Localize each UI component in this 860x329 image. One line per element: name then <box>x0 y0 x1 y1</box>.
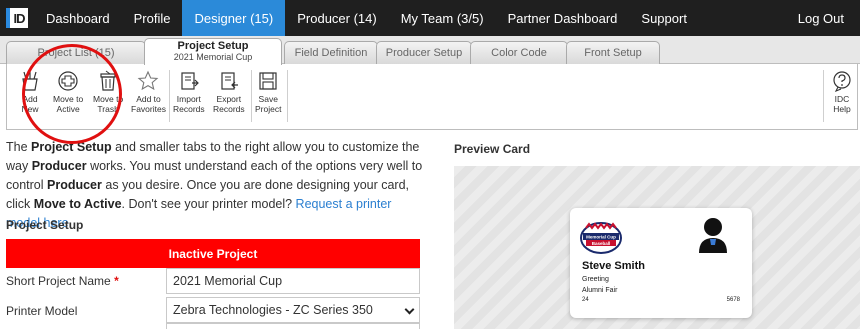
section-title: Project Setup <box>6 218 84 232</box>
intro-text-5: . Don't see your printer model? <box>121 197 296 211</box>
card-right-number: 5678 <box>726 297 740 303</box>
add-to-favorites-label-2: Favorites <box>131 104 166 114</box>
next-field[interactable] <box>166 323 420 329</box>
logout-link[interactable]: Log Out <box>786 0 856 36</box>
intro-text-1: The <box>6 140 32 154</box>
move-to-active-label-2: Active <box>56 104 80 114</box>
add-new-button[interactable]: Add New <box>19 70 41 114</box>
short-name-input[interactable]: 2021 Memorial Cup <box>166 268 420 294</box>
preview-area: Memorial Cup Baseball Steve Smith Greeti… <box>454 166 860 329</box>
intro-bold-producer-1: Producer <box>31 159 87 173</box>
preview-card: Memorial Cup Baseball Steve Smith Greeti… <box>570 208 752 318</box>
card-subtitle: Alumni Fair <box>582 287 618 294</box>
tab-project-list[interactable]: Project List (15) <box>6 41 146 64</box>
logo-mark: ID <box>6 8 28 28</box>
tab-color-code[interactable]: Color Code <box>470 41 568 64</box>
add-to-favorites-label-1: Add to <box>136 94 161 104</box>
toolbar: Add New Move to Active Move to Trash Add… <box>6 64 858 130</box>
intro-bold-move-to-active: Move to Active <box>33 197 122 211</box>
nav-profile[interactable]: Profile <box>122 0 183 36</box>
tab-producer-setup[interactable]: Producer Setup <box>376 41 472 64</box>
toolbar-divider <box>251 70 252 122</box>
help-icon <box>833 71 851 92</box>
toolbar-divider <box>287 70 288 122</box>
tab-field-definition[interactable]: Field Definition <box>284 41 378 64</box>
move-to-trash-label-2: Trash <box>97 104 119 114</box>
export-icon <box>221 72 238 90</box>
tab-project-setup-label: Project Setup <box>177 40 249 52</box>
tab-project-setup[interactable]: Project Setup 2021 Memorial Cup <box>144 38 282 65</box>
tab-project-setup-subtitle: 2021 Memorial Cup <box>173 52 253 62</box>
tab-front-setup[interactable]: Front Setup <box>566 41 660 64</box>
import-records-label-2: Records <box>173 104 205 114</box>
top-nav: ID Dashboard Profile Designer (15) Produ… <box>0 0 860 36</box>
short-name-label: Short Project Name * <box>6 274 119 288</box>
printer-model-select[interactable]: Zebra Technologies - ZC Series 350 <box>166 297 420 323</box>
nav-designer[interactable]: Designer (15) <box>182 0 286 36</box>
move-to-active-button[interactable]: Move to Active <box>53 70 83 114</box>
card-left-number: 24 <box>582 297 589 303</box>
save-project-label-2: Project <box>255 104 282 114</box>
nav-support[interactable]: Support <box>629 0 699 36</box>
avatar-icon <box>699 218 727 253</box>
add-new-label-1: Add <box>22 94 38 104</box>
import-icon <box>181 72 199 90</box>
export-records-label-1: Export <box>216 94 242 104</box>
status-banner: Inactive Project <box>6 239 420 268</box>
move-to-trash-button[interactable]: Move to Trash <box>93 70 123 114</box>
logo-text-1: Memorial Cup <box>586 235 616 240</box>
team-logo: Memorial Cup Baseball <box>580 222 622 254</box>
import-records-label-1: Import <box>176 94 201 104</box>
nav-dashboard[interactable]: Dashboard <box>34 0 122 36</box>
chevron-down-icon <box>404 304 415 315</box>
nav-partner-dashboard[interactable]: Partner Dashboard <box>496 0 630 36</box>
save-project-button[interactable]: Save Project <box>255 70 281 114</box>
card-greeting: Greeting <box>582 276 609 283</box>
printer-model-value: Zebra Technologies - ZC Series 350 <box>173 303 373 317</box>
short-name-label-text: Short Project Name <box>6 274 111 288</box>
move-to-trash-label-1: Move to <box>93 94 124 104</box>
logo-text-2: Baseball <box>592 241 611 246</box>
nav-producer[interactable]: Producer (14) <box>285 0 388 36</box>
required-marker: * <box>114 274 119 288</box>
save-icon <box>259 72 277 90</box>
app-logo[interactable]: ID <box>0 0 34 36</box>
short-name-value: 2021 Memorial Cup <box>173 274 283 288</box>
add-new-label-2: New <box>21 104 39 114</box>
preview-title: Preview Card <box>454 142 531 156</box>
export-records-label-2: Records <box>213 104 245 114</box>
trash-icon <box>100 70 116 91</box>
nav-my-team[interactable]: My Team (3/5) <box>389 0 496 36</box>
import-records-button[interactable]: Import Records <box>173 70 205 114</box>
idc-help-button[interactable]: IDC Help <box>831 70 853 114</box>
add-to-favorites-button[interactable]: Add to Favorites <box>131 70 166 114</box>
card-name: Steve Smith <box>582 260 645 272</box>
move-to-active-label-1: Move to <box>53 94 84 104</box>
printer-model-label: Printer Model <box>6 304 78 318</box>
toolbar-divider <box>823 70 824 122</box>
star-icon <box>138 70 159 91</box>
designer-tabs: Project List (15) Project Setup 2021 Mem… <box>0 36 860 65</box>
intro-bold-project-setup: Project Setup <box>31 140 112 154</box>
toolbar-divider <box>169 70 170 122</box>
export-records-button[interactable]: Export Records <box>213 70 245 114</box>
idc-help-label-2: Help <box>833 104 851 114</box>
save-project-label-1: Save <box>258 94 278 104</box>
idc-help-label-1: IDC <box>834 94 850 104</box>
plus-circle-icon <box>58 71 78 91</box>
intro-bold-producer-2: Producer <box>47 178 102 192</box>
add-new-icon <box>22 71 38 91</box>
